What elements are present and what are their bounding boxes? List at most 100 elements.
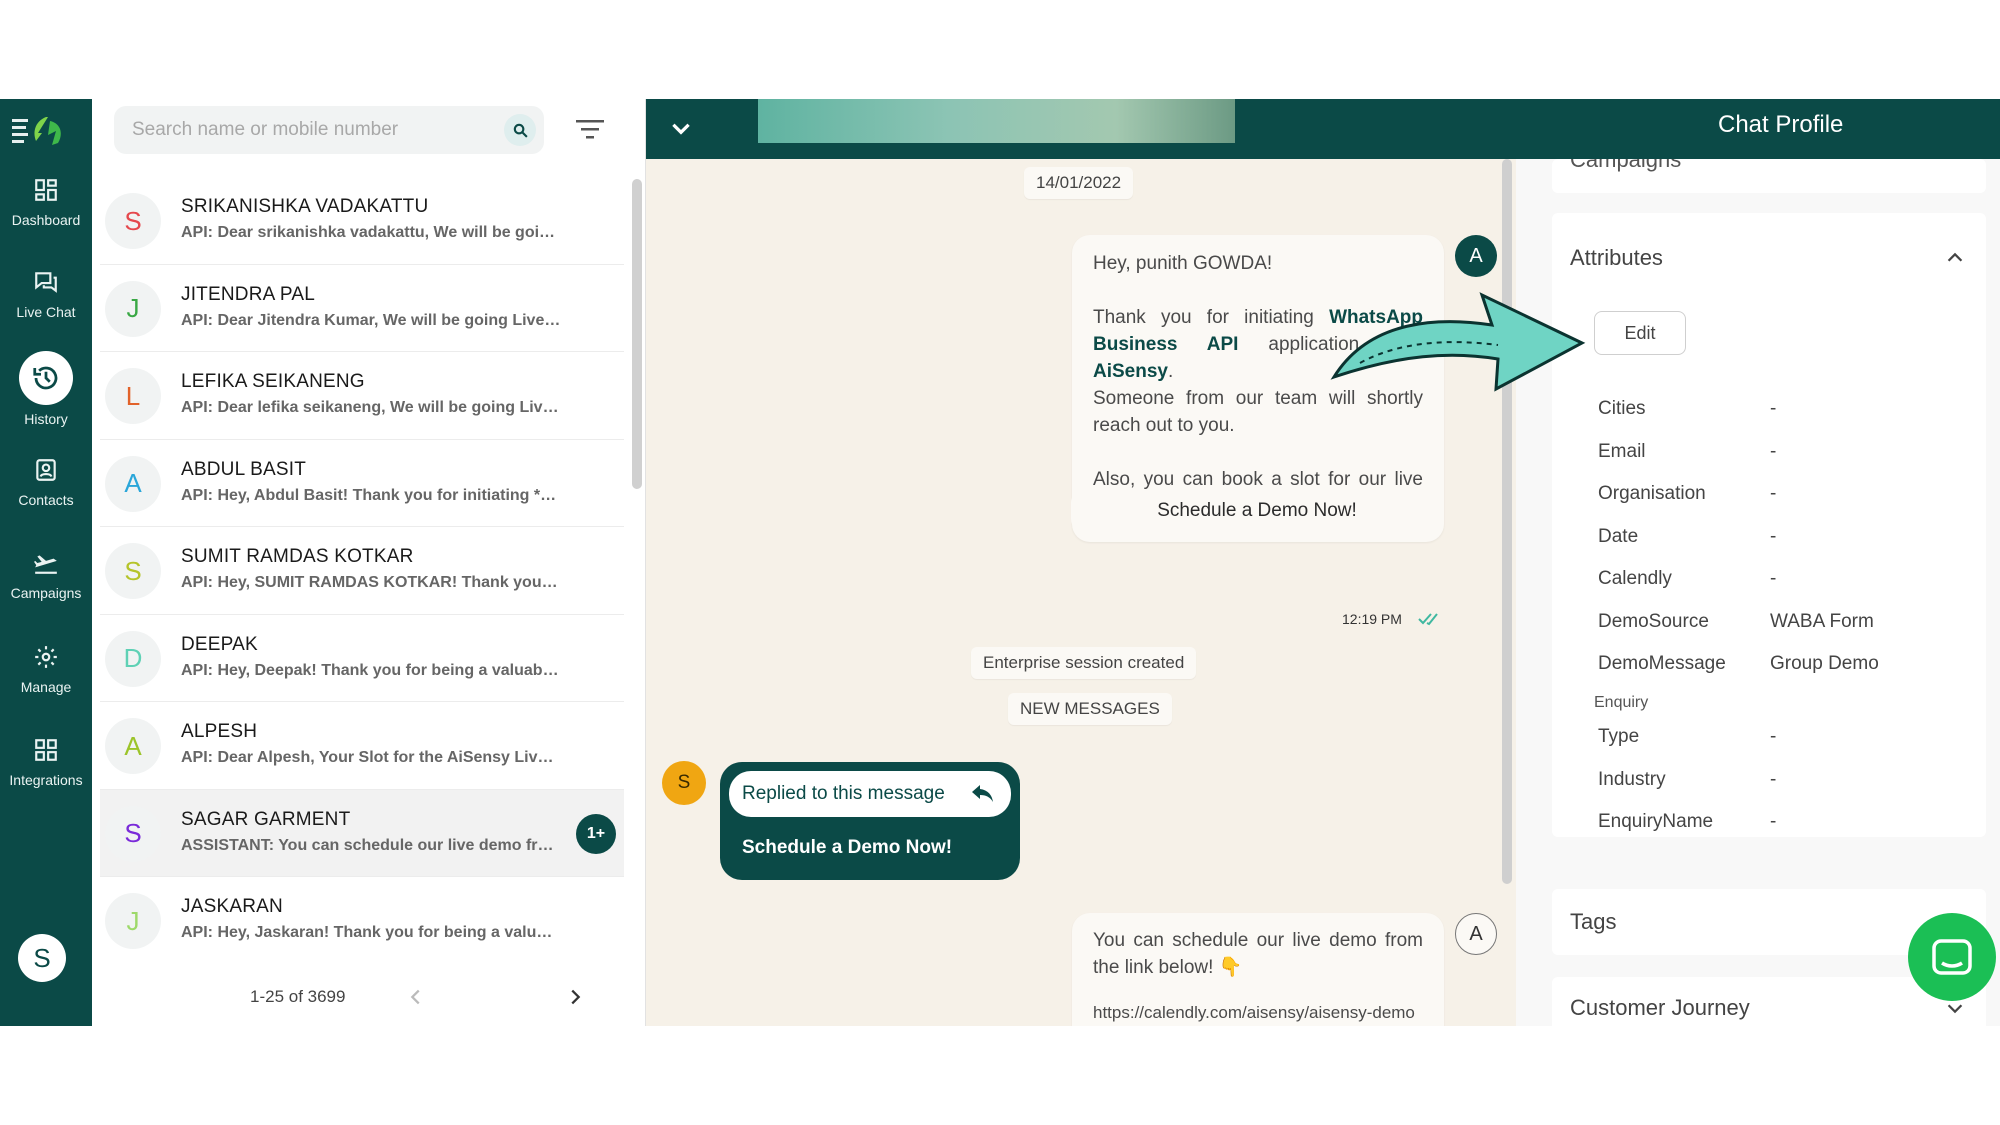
campaigns-card[interactable]: Campaigns [1552, 159, 1986, 193]
page-count: 1-25 of 3699 [250, 987, 346, 1006]
menu-logo-icon[interactable] [12, 113, 72, 147]
schedule-demo-button[interactable]: Schedule a Demo Now! [1071, 489, 1443, 533]
nav-manage[interactable]: Manage [0, 644, 92, 724]
nav-integrations-label: Integrations [9, 772, 83, 788]
nav-live-chat-label: Live Chat [16, 304, 76, 320]
redacted-contact-name [758, 99, 1235, 143]
history-icon [33, 366, 58, 390]
date-chip: 14/01/2022 [1024, 167, 1134, 199]
chat-widget-icon [1932, 939, 1972, 975]
list-scrollbar[interactable] [632, 179, 642, 489]
nav-dashboard[interactable]: Dashboard [0, 177, 92, 257]
attribute-value[interactable]: Group Demo [1770, 653, 1879, 675]
conversation-rows: S SRIKANISHKA VADAKATTU API: Dear srikanis… [100, 177, 624, 957]
agent-avatar-2: A [1455, 913, 1497, 955]
contacts-icon [36, 459, 56, 481]
message-preview: API: Hey, Deepak! Thank you for being a … [181, 661, 561, 679]
new-messages-chip: NEW MESSAGES [1008, 693, 1172, 725]
enquiry-attribute-value[interactable]: - [1770, 726, 1776, 748]
attribute-value[interactable]: - [1770, 526, 1776, 548]
search-box [114, 106, 544, 154]
nav-contacts[interactable]: Contacts [0, 457, 92, 537]
integrations-icon [35, 739, 57, 761]
message-preview: API: Hey, Abdul Basit! Thank you for ini… [181, 486, 561, 504]
contact-avatar: L [105, 368, 161, 424]
customer-journey-label: Customer Journey [1570, 995, 1750, 1020]
conversation-row[interactable]: S SRIKANISHKA VADAKATTU API: Dear srikanis… [100, 177, 624, 265]
enquiry-attribute-label: Type [1598, 726, 1640, 747]
contact-name: ALPESH [181, 721, 258, 742]
enquiry-attribute-value[interactable]: - [1770, 811, 1776, 833]
attribute-value[interactable]: - [1770, 441, 1776, 463]
contact-name: JASKARAN [181, 896, 283, 917]
nav-campaigns[interactable]: Campaigns [0, 550, 92, 630]
campaigns-label: Campaigns [1570, 159, 1682, 172]
tags-label: Tags [1570, 909, 1617, 934]
conversation-row[interactable]: A ABDUL BASIT API: Hey, Abdul Basit! Thank… [100, 440, 624, 527]
attribute-value[interactable]: - [1770, 483, 1776, 505]
contact-avatar: A [105, 718, 161, 774]
nav-integrations[interactable]: Integrations [0, 737, 92, 817]
conversation-row[interactable]: D DEEPAK API: Hey, Deepak! Thank you for b… [100, 615, 624, 702]
attribute-label: Cities [1598, 398, 1646, 419]
chevron-down-icon[interactable] [668, 115, 694, 141]
message-preview: API: Hey, Jaskaran! Thank you for being … [181, 924, 561, 941]
attribute-label: DemoSource [1598, 610, 1709, 632]
attribute-label: Organisation [1598, 483, 1706, 504]
message-bubble-2: You can schedule our live demo from the … [1072, 913, 1444, 1026]
double-check-icon [1418, 613, 1438, 626]
attribute-label: Calendly [1598, 568, 1672, 589]
nav-rail: Dashboard Live Chat History Contacts Cam… [0, 99, 92, 1026]
conversation-row[interactable]: S SAGAR GARMENT ASSISTANT: You can schedul… [100, 789, 624, 877]
search-button[interactable] [504, 114, 536, 146]
customer-avatar: S [662, 761, 706, 805]
conversation-row[interactable]: A ALPESH API: Dear Alpesh, Your Slot for t… [100, 702, 624, 790]
message-preview: API: Hey, SUMIT RAMDAS KOTKAR! Thank you… [181, 574, 561, 591]
nav-dashboard-label: Dashboard [11, 212, 81, 228]
conversation-row[interactable]: J JASKARAN API: Hey, Jaskaran! Thank you f… [100, 877, 624, 957]
message-preview: API: Dear srikanishka vadakattu, We will… [181, 224, 561, 241]
attribute-label: Date [1598, 525, 1639, 547]
message-time: 12:19 PM [1342, 611, 1402, 627]
edit-attributes-button[interactable]: Edit [1594, 311, 1686, 355]
user-avatar[interactable]: S [18, 934, 66, 982]
contact-name: ABDUL BASIT [181, 458, 307, 480]
contact-avatar: S [105, 193, 161, 249]
enquiry-label: Enquiry [1594, 694, 1649, 711]
chevron-right-icon[interactable] [564, 985, 586, 1009]
nav-campaigns-label: Campaigns [10, 585, 82, 601]
message-preview: API: Dear lefika seikaneng, We will be g… [181, 399, 561, 416]
chevron-up-icon[interactable] [1944, 247, 1966, 269]
app-window: Dashboard Live Chat History Contacts Cam… [0, 99, 2000, 1026]
reply-icon [972, 785, 993, 802]
customer-reply-bubble: Replied to this message Schedule a Demo … [720, 762, 1020, 880]
attribute-value[interactable]: - [1770, 568, 1776, 590]
enquiry-attribute-value[interactable]: - [1770, 769, 1776, 791]
calendly-link[interactable]: https://calendly.com/aisensy/aisensy-dem… [1093, 999, 1423, 1026]
contact-avatar: J [105, 893, 161, 949]
support-chat-button[interactable] [1908, 913, 1996, 1001]
nav-history[interactable]: History [0, 351, 92, 431]
conversation-row[interactable]: L LEFIKA SEIKANENG API: Dear lefika seikan… [100, 352, 624, 440]
filter-icon[interactable] [576, 117, 604, 141]
contact-avatar: A [105, 455, 161, 512]
nav-live-chat[interactable]: Live Chat [0, 269, 92, 349]
attribute-label: Email [1598, 440, 1646, 462]
conversation-list-panel: S SRIKANISHKA VADAKATTU API: Dear srikanis… [92, 99, 646, 1026]
message-text-4: You can schedule our live demo from the … [1093, 930, 1423, 978]
chat-profile-panel: Chat Profile Campaigns Attributes Edit C… [1516, 99, 2000, 1026]
chevron-left-icon[interactable] [405, 985, 427, 1009]
plane-icon [34, 555, 57, 574]
message-meta: 12:19 PM [1342, 611, 1442, 627]
enquiry-attribute-label: Industry [1598, 768, 1666, 790]
contact-name: SAGAR GARMENT [181, 808, 351, 830]
contact-name: JITENDRA PAL [181, 283, 316, 305]
conversation-row[interactable]: J JITENDRA PAL API: Dear Jitendra Kumar, W… [100, 265, 624, 352]
attribute-value[interactable]: - [1770, 398, 1776, 420]
attribute-value[interactable]: WABA Form [1770, 611, 1874, 633]
search-input[interactable] [132, 106, 492, 154]
conversation-row[interactable]: S SUMIT RAMDAS KOTKAR API: Hey, SUMIT RAMD… [100, 527, 624, 615]
replied-quote[interactable]: Replied to this message [729, 771, 1011, 817]
search-icon [513, 123, 528, 138]
reply-text: Schedule a Demo Now! [742, 837, 953, 858]
